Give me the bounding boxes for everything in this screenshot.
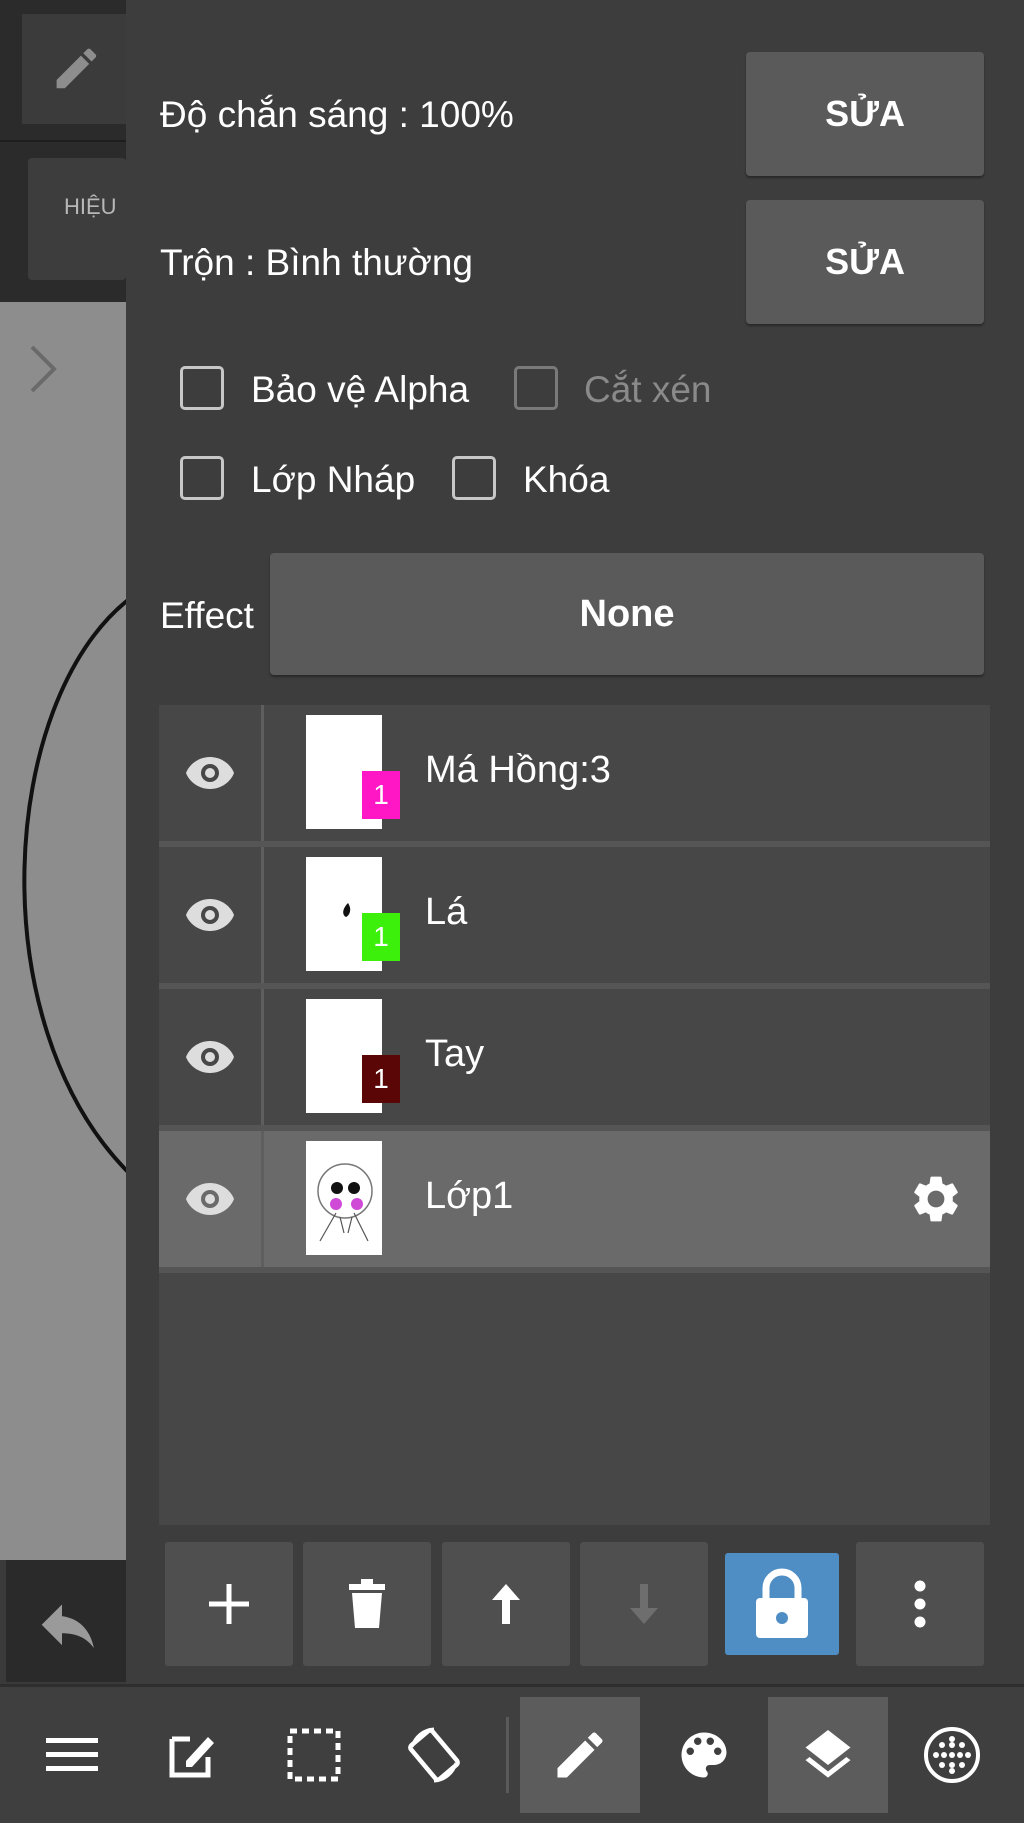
- background-effect-label: HIỆU: [64, 194, 117, 219]
- background-pencil-tile[interactable]: [22, 14, 126, 124]
- layer-row-selected[interactable]: Lớp1: [159, 1131, 990, 1273]
- opacity-edit-button[interactable]: SỬA: [746, 52, 984, 176]
- brush-tool-button[interactable]: [520, 1697, 640, 1813]
- layers-icon: [805, 1730, 851, 1778]
- layer-name: Tay: [425, 1033, 485, 1075]
- canvas-drawing: [22, 345, 126, 1173]
- add-icon: [209, 1584, 249, 1624]
- move-layer-down-button[interactable]: [580, 1542, 708, 1666]
- opacity-label: Độ chắn sáng : 100%: [160, 94, 514, 135]
- layer-row[interactable]: 1 Má Hồng:3: [159, 705, 990, 847]
- layers-button[interactable]: [768, 1697, 888, 1813]
- trash-icon: [349, 1579, 385, 1628]
- arrow-up-icon: [492, 1584, 520, 1624]
- layer-badge: 1: [362, 771, 400, 819]
- draft-layer-label: Lớp Nháp: [251, 459, 416, 500]
- layer-name: Lá: [425, 891, 468, 933]
- add-layer-button[interactable]: [165, 1542, 293, 1666]
- drawing-canvas[interactable]: [0, 302, 126, 1560]
- menu-icon: [46, 1738, 98, 1771]
- chevron-right-icon: [30, 345, 57, 393]
- toolbar-divider: [506, 1717, 509, 1793]
- effect-label: Effect: [160, 595, 254, 636]
- visibility-toggle[interactable]: [159, 705, 264, 841]
- layer-thumbnail: [306, 1141, 382, 1255]
- color-palette-button[interactable]: [652, 1687, 756, 1823]
- clipping-label: Cắt xén: [584, 369, 712, 410]
- background-effect-tile[interactable]: HIỆU: [28, 158, 126, 280]
- arrow-down-icon: [630, 1584, 658, 1624]
- clipping-checkbox[interactable]: [514, 366, 558, 410]
- protect-alpha-label: Bảo vệ Alpha: [251, 369, 470, 410]
- grid-menu-button[interactable]: [900, 1687, 1004, 1823]
- layer-name: Má Hồng:3: [425, 749, 611, 791]
- protect-alpha-checkbox[interactable]: [180, 366, 224, 410]
- selection-button[interactable]: [262, 1687, 366, 1823]
- menu-button[interactable]: [20, 1687, 124, 1823]
- grid-icon: [924, 1727, 980, 1783]
- blend-edit-button[interactable]: SỬA: [746, 200, 984, 324]
- eye-icon: [186, 757, 234, 789]
- gear-icon[interactable]: [908, 1171, 964, 1227]
- lock-label: Khóa: [523, 459, 610, 500]
- eye-icon: [186, 1041, 234, 1073]
- undo-button[interactable]: [6, 1560, 126, 1682]
- rotate-canvas-button[interactable]: [382, 1687, 486, 1823]
- edit-canvas-button[interactable]: [140, 1687, 244, 1823]
- layer-badge: 1: [362, 1055, 400, 1103]
- eye-icon: [186, 1183, 234, 1215]
- edit-icon: [169, 1736, 214, 1778]
- more-icon: [914, 1580, 926, 1628]
- layer-badge: 1: [362, 913, 400, 961]
- visibility-toggle[interactable]: [159, 847, 264, 983]
- more-options-button[interactable]: [856, 1542, 984, 1666]
- undo-icon: [41, 1604, 94, 1648]
- eye-icon: [186, 899, 234, 931]
- rotate-icon: [408, 1727, 460, 1783]
- selection-icon: [287, 1728, 341, 1782]
- draft-layer-checkbox[interactable]: [180, 456, 224, 500]
- pencil-icon: [56, 48, 97, 89]
- bottom-toolbar: [0, 1684, 1024, 1823]
- character-drawing: [317, 1163, 373, 1242]
- layer-list: 1 Má Hồng:3 1 Lá 1 Tay Lớp1: [159, 705, 990, 1525]
- move-layer-up-button[interactable]: [442, 1542, 570, 1666]
- lock-icon: [756, 1568, 808, 1638]
- effect-select-button[interactable]: None: [270, 553, 984, 675]
- palette-icon: [681, 1732, 727, 1778]
- lock-layer-button[interactable]: [725, 1553, 839, 1655]
- blend-mode-label: Trộn : Bình thường: [160, 242, 473, 283]
- delete-layer-button[interactable]: [303, 1542, 431, 1666]
- pencil-icon: [557, 1732, 603, 1778]
- lock-checkbox[interactable]: [452, 456, 496, 500]
- layer-row[interactable]: 1 Tay: [159, 989, 990, 1131]
- visibility-toggle[interactable]: [159, 989, 264, 1125]
- layer-name: Lớp1: [425, 1175, 514, 1217]
- visibility-toggle[interactable]: [159, 1131, 264, 1267]
- layer-row[interactable]: 1 Lá: [159, 847, 990, 989]
